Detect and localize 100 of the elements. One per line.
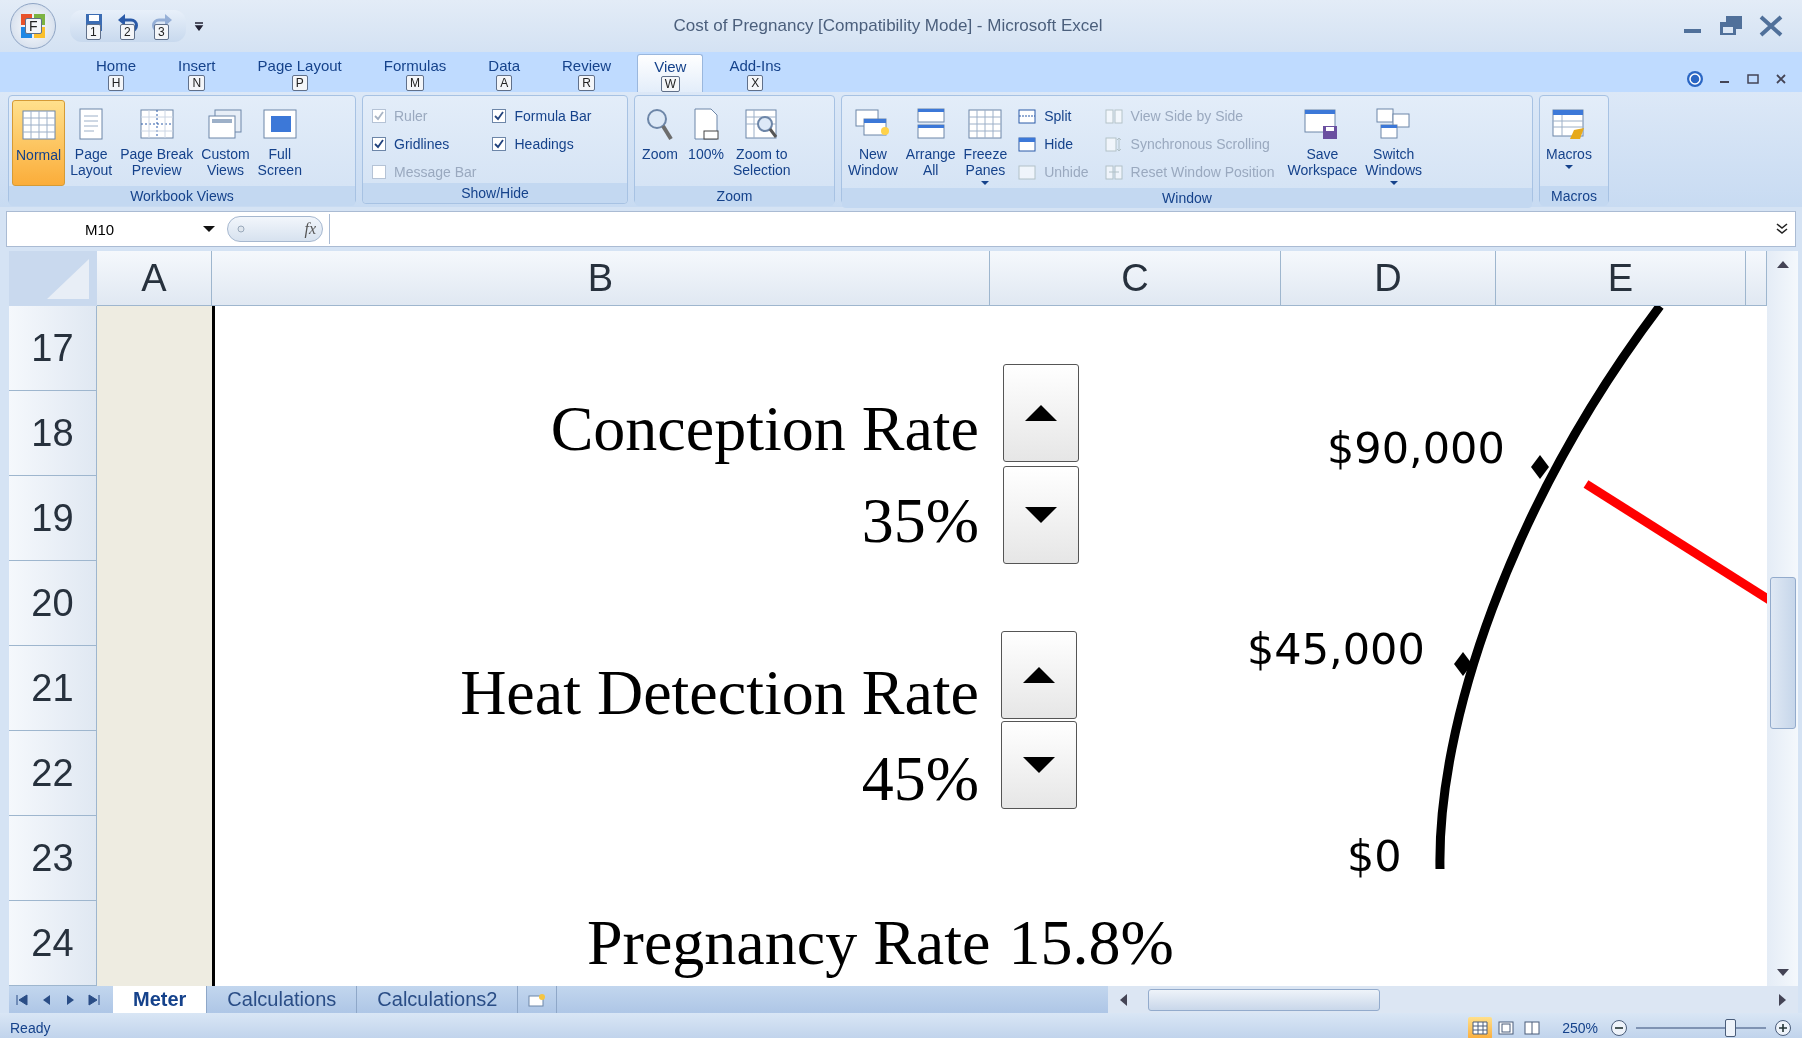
office-button[interactable]: F xyxy=(10,3,56,49)
spin-down-button[interactable] xyxy=(1001,721,1077,809)
quick-access-button[interactable]: 1 xyxy=(80,12,108,40)
zoom-in-icon[interactable] xyxy=(1774,1019,1792,1037)
windows-icon xyxy=(1374,106,1413,142)
ribbon-button[interactable]: Custom Views xyxy=(198,100,253,186)
scrollbar-thumb[interactable] xyxy=(1148,988,1380,1011)
ribbon-tab[interactable]: View W xyxy=(637,54,704,92)
sheet-cell[interactable] xyxy=(97,306,212,391)
scroll-left-icon[interactable] xyxy=(1118,992,1128,1007)
ribbon-button[interactable]: Save Workspace xyxy=(1284,100,1361,186)
checkbox[interactable]: Headings xyxy=(492,134,592,154)
column-header[interactable]: A xyxy=(97,251,212,306)
checkbox-icon xyxy=(372,137,386,151)
close-icon[interactable] xyxy=(1758,15,1784,37)
last-sheet-icon[interactable] xyxy=(87,992,101,1007)
normal-view-icon xyxy=(1471,1020,1490,1036)
page-break-view-icon xyxy=(1523,1020,1542,1036)
sheet-tab[interactable]: Meter xyxy=(113,986,208,1013)
ribbon-button[interactable]: Normal xyxy=(12,100,66,186)
dropdown-caret-icon[interactable] xyxy=(203,225,215,233)
help-icon[interactable] xyxy=(1686,69,1704,88)
customize-dropdown-icon[interactable] xyxy=(194,21,204,31)
ribbon-tab[interactable]: Add-Ins X xyxy=(713,54,798,92)
ribbon-button[interactable]: Zoom to Selection xyxy=(730,100,794,186)
horizontal-scrollbar[interactable] xyxy=(1108,986,1798,1013)
column-header[interactable]: C xyxy=(990,251,1281,306)
zoom-out-icon[interactable] xyxy=(1610,1019,1628,1037)
group-label: Show/Hide xyxy=(363,183,627,203)
column-header[interactable]: D xyxy=(1281,251,1496,306)
keytip: X xyxy=(747,75,764,91)
status-text: Ready xyxy=(10,1020,51,1036)
zoom-level[interactable]: 250% xyxy=(1562,1020,1598,1036)
insert-function-button[interactable]: fx xyxy=(304,220,316,238)
gauge-label: $0 xyxy=(1347,830,1402,882)
ribbon-button[interactable]: Freeze Panes xyxy=(960,100,1011,188)
quick-access-button[interactable]: 2 xyxy=(114,12,142,40)
undo-icon xyxy=(117,12,139,34)
window-title: Cost of Pregnancy [Compatibility Mode] - Microsoft Excel xyxy=(672,16,1104,36)
ribbon-button[interactable]: Macros xyxy=(1543,100,1595,186)
ribbon-button[interactable]: Page Break Preview xyxy=(117,100,197,186)
keytip: A xyxy=(496,75,513,91)
spinner-label: Heat Detection Rate xyxy=(459,656,979,730)
row-header[interactable]: 19 xyxy=(9,476,97,561)
window-icon xyxy=(1018,135,1037,153)
ribbon-tab[interactable]: Formulas M xyxy=(367,54,463,92)
scroll-up-icon[interactable] xyxy=(1775,259,1790,269)
ribbon-button[interactable]: Split xyxy=(1018,106,1089,126)
keytip: N xyxy=(188,75,206,91)
scroll-down-icon[interactable] xyxy=(1775,968,1790,978)
ribbon-button[interactable]: Switch Windows xyxy=(1362,100,1426,188)
ribbon-button[interactable]: Hide xyxy=(1018,134,1089,154)
side-by-side-icon xyxy=(1104,163,1123,181)
checkbox-icon xyxy=(492,109,507,123)
ribbon-button[interactable]: Zoom xyxy=(638,100,682,186)
slider-thumb[interactable] xyxy=(1724,1019,1736,1037)
checkbox-icon xyxy=(492,137,507,151)
ribbon-tab[interactable]: Insert N xyxy=(162,54,232,92)
name-box[interactable]: M10 xyxy=(7,215,197,243)
restore-icon[interactable] xyxy=(1746,71,1760,86)
checkbox[interactable]: Gridlines xyxy=(372,134,477,154)
expand-handle-icon[interactable] xyxy=(234,222,248,236)
sheet-cell[interactable] xyxy=(97,901,212,986)
close-icon[interactable] xyxy=(1774,71,1788,86)
vertical-scrollbar[interactable] xyxy=(1767,251,1798,986)
keytip: M xyxy=(406,75,425,91)
screen-icon xyxy=(260,106,299,142)
split-window-icon xyxy=(1018,107,1037,125)
group-label: Window xyxy=(842,188,1532,208)
spin-down-button[interactable] xyxy=(1003,466,1079,564)
checkbox[interactable]: Formula Bar xyxy=(492,106,592,126)
ribbon-button[interactable]: Full Screen xyxy=(254,100,305,186)
row-header[interactable]: 24 xyxy=(9,901,97,986)
scrollbar-thumb[interactable] xyxy=(1769,577,1796,729)
spin-up-button[interactable] xyxy=(1001,631,1077,719)
row-header[interactable]: 21 xyxy=(9,646,97,731)
ribbon-tab[interactable]: Page Layout P xyxy=(241,54,358,92)
row-header[interactable]: 22 xyxy=(9,731,97,816)
ribbon-tab[interactable]: Home H xyxy=(80,54,152,92)
column-header[interactable]: B xyxy=(212,251,990,306)
up-triangle-icon xyxy=(1023,403,1059,423)
row-header[interactable]: 20 xyxy=(9,561,97,646)
keytip: F xyxy=(25,18,42,34)
ribbon-button[interactable]: 100% xyxy=(684,100,728,186)
ribbon-button[interactable]: Page Layout xyxy=(67,100,116,186)
ribbon-button[interactable]: New Window xyxy=(845,100,901,186)
scroll-right-icon[interactable] xyxy=(1778,992,1788,1007)
column-header[interactable]: E xyxy=(1496,251,1746,306)
ribbon-button[interactable]: Arrange All xyxy=(902,100,959,186)
ribbon-tab[interactable]: Data A xyxy=(472,54,536,92)
spin-up-button[interactable] xyxy=(1003,364,1079,462)
keytip: 2 xyxy=(120,24,135,40)
first-sheet-icon[interactable] xyxy=(15,992,29,1007)
result-value: 15.8% xyxy=(1008,906,1174,980)
row-header[interactable]: 17 xyxy=(9,306,97,391)
ribbon-tab[interactable]: Review R xyxy=(546,54,628,92)
row-header[interactable]: 18 xyxy=(9,391,97,476)
row-header[interactable]: 23 xyxy=(9,816,97,901)
restore-icon[interactable] xyxy=(1718,15,1744,37)
view-button[interactable] xyxy=(1468,1017,1493,1038)
